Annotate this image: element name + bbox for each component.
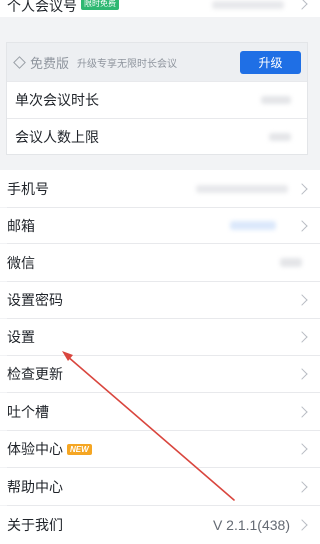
meeting-duration-value-redacted <box>261 96 291 104</box>
plan-row-meeting-duration: 单次会议时长 <box>7 81 307 118</box>
phone-row[interactable]: 手机号 <box>0 170 320 207</box>
plan-row-participant-limit: 会议人数上限 <box>7 118 307 155</box>
set-password-label: 设置密码 <box>7 292 63 308</box>
email-label: 邮箱 <box>7 217 35 234</box>
wechat-row[interactable]: 微信 <box>0 244 320 281</box>
chevron-right-icon <box>296 480 308 493</box>
chevron-right-icon <box>296 331 308 343</box>
experience-center-label: 体验中心 <box>7 441 63 457</box>
meeting-id-value-redacted <box>212 0 284 9</box>
chevron-right-icon <box>296 405 308 418</box>
chevron-right-icon <box>296 519 308 531</box>
feedback-label: 吐个槽 <box>7 403 49 420</box>
feedback-row[interactable]: 吐个槽 <box>0 393 320 430</box>
help-center-row[interactable]: 帮助中心 <box>0 468 320 505</box>
chevron-right-icon <box>296 182 308 195</box>
limited-free-badge: 限时免费 <box>81 0 119 10</box>
version-value: V 2.1.1(438) <box>212 517 290 533</box>
upgrade-button[interactable]: 升级 <box>240 51 301 74</box>
email-value-redacted <box>230 221 276 230</box>
chevron-right-icon <box>296 219 308 232</box>
check-update-row[interactable]: 检查更新 <box>0 356 320 392</box>
settings-row[interactable]: 设置 <box>0 319 320 355</box>
check-update-label: 检查更新 <box>7 366 63 382</box>
plan-promo-text: 升级专享无限时长会议 <box>77 58 178 70</box>
personal-meeting-id-label: 个人会议号 <box>7 0 77 14</box>
set-password-row[interactable]: 设置密码 <box>0 282 320 318</box>
wechat-label: 微信 <box>7 254 35 271</box>
chevron-right-icon <box>296 0 308 10</box>
chevron-right-icon <box>296 443 308 455</box>
help-center-label: 帮助中心 <box>7 478 63 495</box>
personal-meeting-id-row[interactable]: 个人会议号 限时免费 <box>0 0 320 17</box>
plan-header: 免费版 升级专享无限时长会议 升级 <box>7 43 307 81</box>
chevron-right-icon <box>296 368 308 380</box>
wechat-value-redacted <box>280 258 302 267</box>
meeting-duration-label: 单次会议时长 <box>15 92 99 108</box>
plan-name: 免费版 <box>30 55 70 71</box>
phone-value-redacted <box>196 184 288 193</box>
about-us-label: 关于我们 <box>7 517 63 533</box>
participant-limit-label: 会议人数上限 <box>15 129 99 145</box>
about-us-row[interactable]: 关于我们 V 2.1.1(438) <box>0 506 320 544</box>
participant-limit-value-redacted <box>269 133 291 141</box>
phone-label: 手机号 <box>7 180 49 197</box>
experience-center-row[interactable]: 体验中心 NEW <box>0 431 320 467</box>
new-badge: NEW <box>67 443 92 455</box>
settings-label: 设置 <box>7 329 35 345</box>
diamond-icon <box>13 55 26 69</box>
chevron-right-icon <box>296 294 308 306</box>
email-row[interactable]: 邮箱 <box>0 208 320 243</box>
plan-card: 免费版 升级专享无限时长会议 升级 单次会议时长 会议人数上限 <box>6 42 308 155</box>
